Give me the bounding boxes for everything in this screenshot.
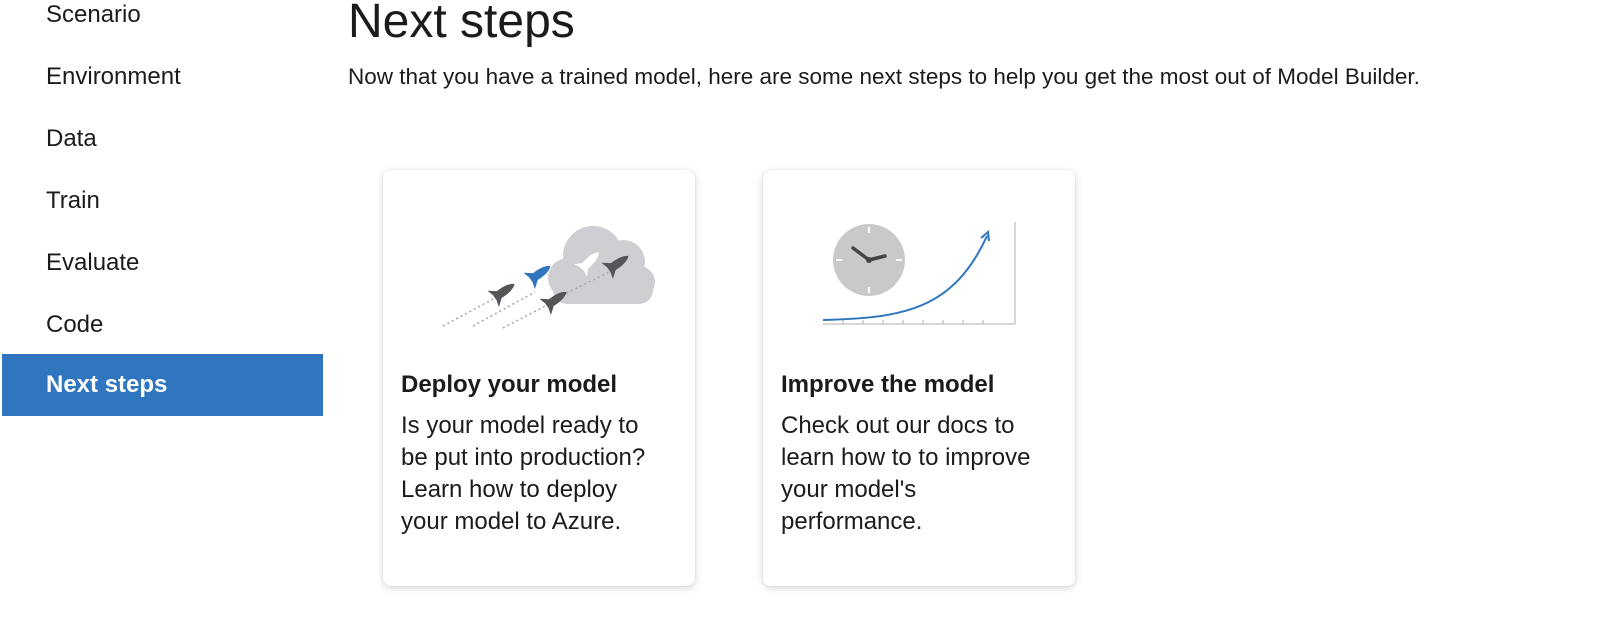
- sidebar-item-scenario[interactable]: Scenario: [2, 0, 323, 46]
- rocket-cloud-icon: [403, 200, 675, 340]
- sidebar-item-environment[interactable]: Environment: [2, 46, 323, 108]
- sidebar-item-code[interactable]: Code: [2, 294, 323, 356]
- improve-model-card[interactable]: Improve the model Check out our docs to …: [763, 170, 1075, 586]
- sidebar-item-evaluate[interactable]: Evaluate: [2, 232, 323, 294]
- clock-growth-chart-icon: [783, 200, 1055, 340]
- improve-card-title: Improve the model: [781, 371, 995, 398]
- page-subtitle: Now that you have a trained model, here …: [348, 64, 1420, 89]
- page-title: Next steps: [348, 0, 575, 48]
- sidebar-nav: Scenario Environment Data Train Evaluate…: [0, 0, 323, 628]
- deploy-model-card[interactable]: Deploy your model Is your model ready to…: [383, 170, 695, 586]
- sidebar-item-data[interactable]: Data: [2, 108, 323, 170]
- improve-card-description: Check out our docs to learn how to to im…: [781, 412, 1031, 535]
- deploy-card-description: Is your model ready to be put into produ…: [401, 412, 646, 535]
- sidebar-item-train[interactable]: Train: [2, 170, 323, 232]
- deploy-card-title: Deploy your model: [401, 371, 618, 398]
- model-builder-app: Scenario Environment Data Train Evaluate…: [0, 0, 1600, 628]
- sidebar-item-next-steps[interactable]: Next steps: [2, 354, 323, 416]
